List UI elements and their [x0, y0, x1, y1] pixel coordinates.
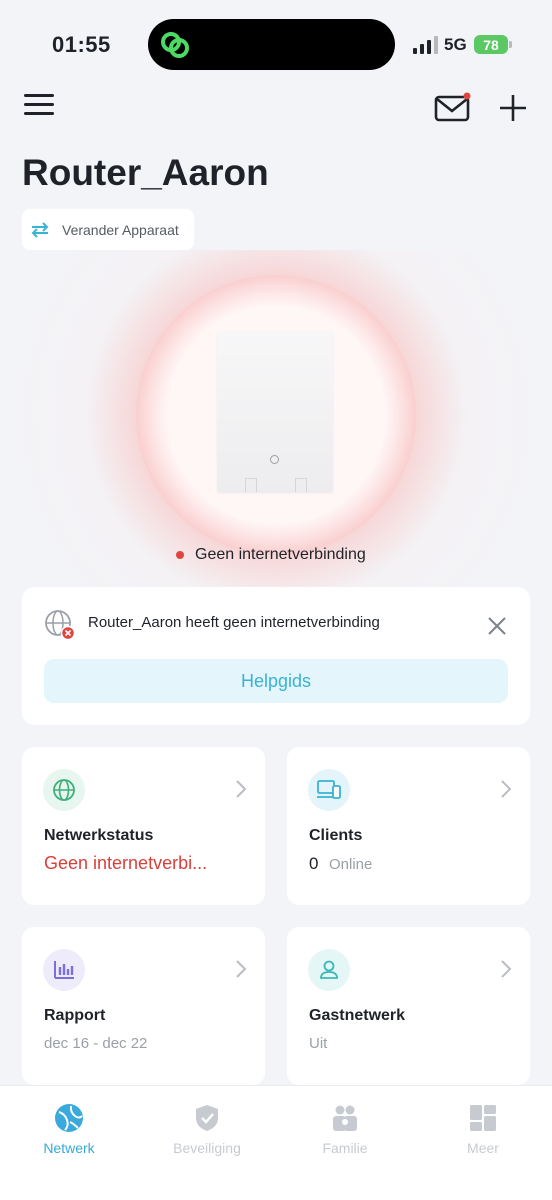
- tab-label: Familie: [322, 1140, 368, 1156]
- clients-tile[interactable]: Clients 0 Online: [287, 747, 530, 905]
- guest-network-tile[interactable]: Gastnetwerk Uit: [287, 927, 530, 1085]
- tab-beveiliging[interactable]: Beveiliging: [138, 1102, 276, 1156]
- hamburger-icon: [24, 94, 54, 97]
- guest-network-state: Uit: [309, 1035, 328, 1052]
- globe-icon: [53, 779, 75, 801]
- add-device-button[interactable]: [498, 93, 528, 123]
- report-icon-wrap: [43, 949, 85, 991]
- close-icon[interactable]: [486, 615, 508, 637]
- report-range: dec 16 - dec 22: [44, 1035, 148, 1052]
- tab-familie[interactable]: Familie: [276, 1102, 414, 1156]
- battery-tip: [509, 41, 512, 48]
- menu-button[interactable]: [24, 94, 54, 120]
- router-logo-icon: [270, 455, 279, 464]
- bar-chart-icon: [54, 961, 74, 979]
- help-guide-button[interactable]: Helpgids: [44, 659, 508, 703]
- dynamic-island: [148, 19, 395, 70]
- page-title: Router_Aaron: [22, 152, 269, 193]
- bottom-nav: Netwerk Beveiliging Familie Meer: [0, 1085, 552, 1200]
- connection-status: Geen internetverbinding: [176, 546, 366, 564]
- guest-network-title: Gastnetwerk: [309, 1007, 406, 1024]
- clients-title: Clients: [309, 827, 363, 844]
- globe-icon: [55, 1104, 83, 1132]
- user-icon: [320, 960, 338, 979]
- battery-level: 78: [483, 36, 499, 53]
- mail-icon[interactable]: [434, 92, 472, 124]
- clients-count: 0: [309, 854, 319, 873]
- report-tile[interactable]: Rapport dec 16 - dec 22: [22, 927, 265, 1085]
- tab-label: Beveiliging: [173, 1140, 241, 1156]
- alert-message: Router_Aaron heeft geen internetverbindi…: [88, 614, 380, 631]
- swap-icon: [31, 221, 49, 238]
- network-status-value: Geen internetverbi...: [44, 853, 208, 873]
- chevron-right-icon: [236, 960, 247, 978]
- network-status-tile[interactable]: Netwerkstatus Geen internetverbi...: [22, 747, 265, 905]
- network-type: 5G: [444, 35, 467, 54]
- switch-device-label: Verander Apparaat: [62, 221, 179, 238]
- network-status-icon-wrap: [43, 769, 85, 811]
- devices-icon: [317, 780, 341, 799]
- globe-error-icon: [45, 610, 76, 641]
- shield-icon: [196, 1105, 218, 1131]
- connection-status-text: Geen internetverbinding: [195, 546, 366, 563]
- status-dot: [176, 551, 184, 559]
- chevron-right-icon: [236, 780, 247, 798]
- tab-label: Meer: [467, 1140, 499, 1156]
- network-status-title: Netwerkstatus: [44, 827, 154, 844]
- router-image[interactable]: [217, 331, 333, 492]
- chevron-right-icon: [501, 780, 512, 798]
- report-title: Rapport: [44, 1007, 106, 1024]
- status-bar: 01:55 5G 78: [0, 0, 552, 90]
- clients-online-label: Online: [329, 856, 373, 873]
- family-icon: [333, 1105, 357, 1131]
- tab-label: Netwerk: [43, 1140, 95, 1156]
- chevron-right-icon: [501, 960, 512, 978]
- guest-icon-wrap: [308, 949, 350, 991]
- battery-indicator: 78: [474, 35, 508, 54]
- grid-icon: [470, 1105, 496, 1131]
- link-icon: [161, 32, 189, 58]
- tab-meer[interactable]: Meer: [414, 1102, 552, 1156]
- router-port: [295, 478, 307, 492]
- status-time: 01:55: [52, 32, 111, 57]
- hamburger-line: [24, 103, 54, 106]
- tab-netwerk[interactable]: Netwerk: [0, 1102, 138, 1156]
- router-port: [245, 478, 257, 492]
- switch-device-button[interactable]: Verander Apparaat: [22, 209, 194, 250]
- hamburger-line: [24, 112, 54, 115]
- signal-icon: [413, 36, 438, 54]
- alert-card: Router_Aaron heeft geen internetverbindi…: [22, 587, 530, 725]
- clients-icon-wrap: [308, 769, 350, 811]
